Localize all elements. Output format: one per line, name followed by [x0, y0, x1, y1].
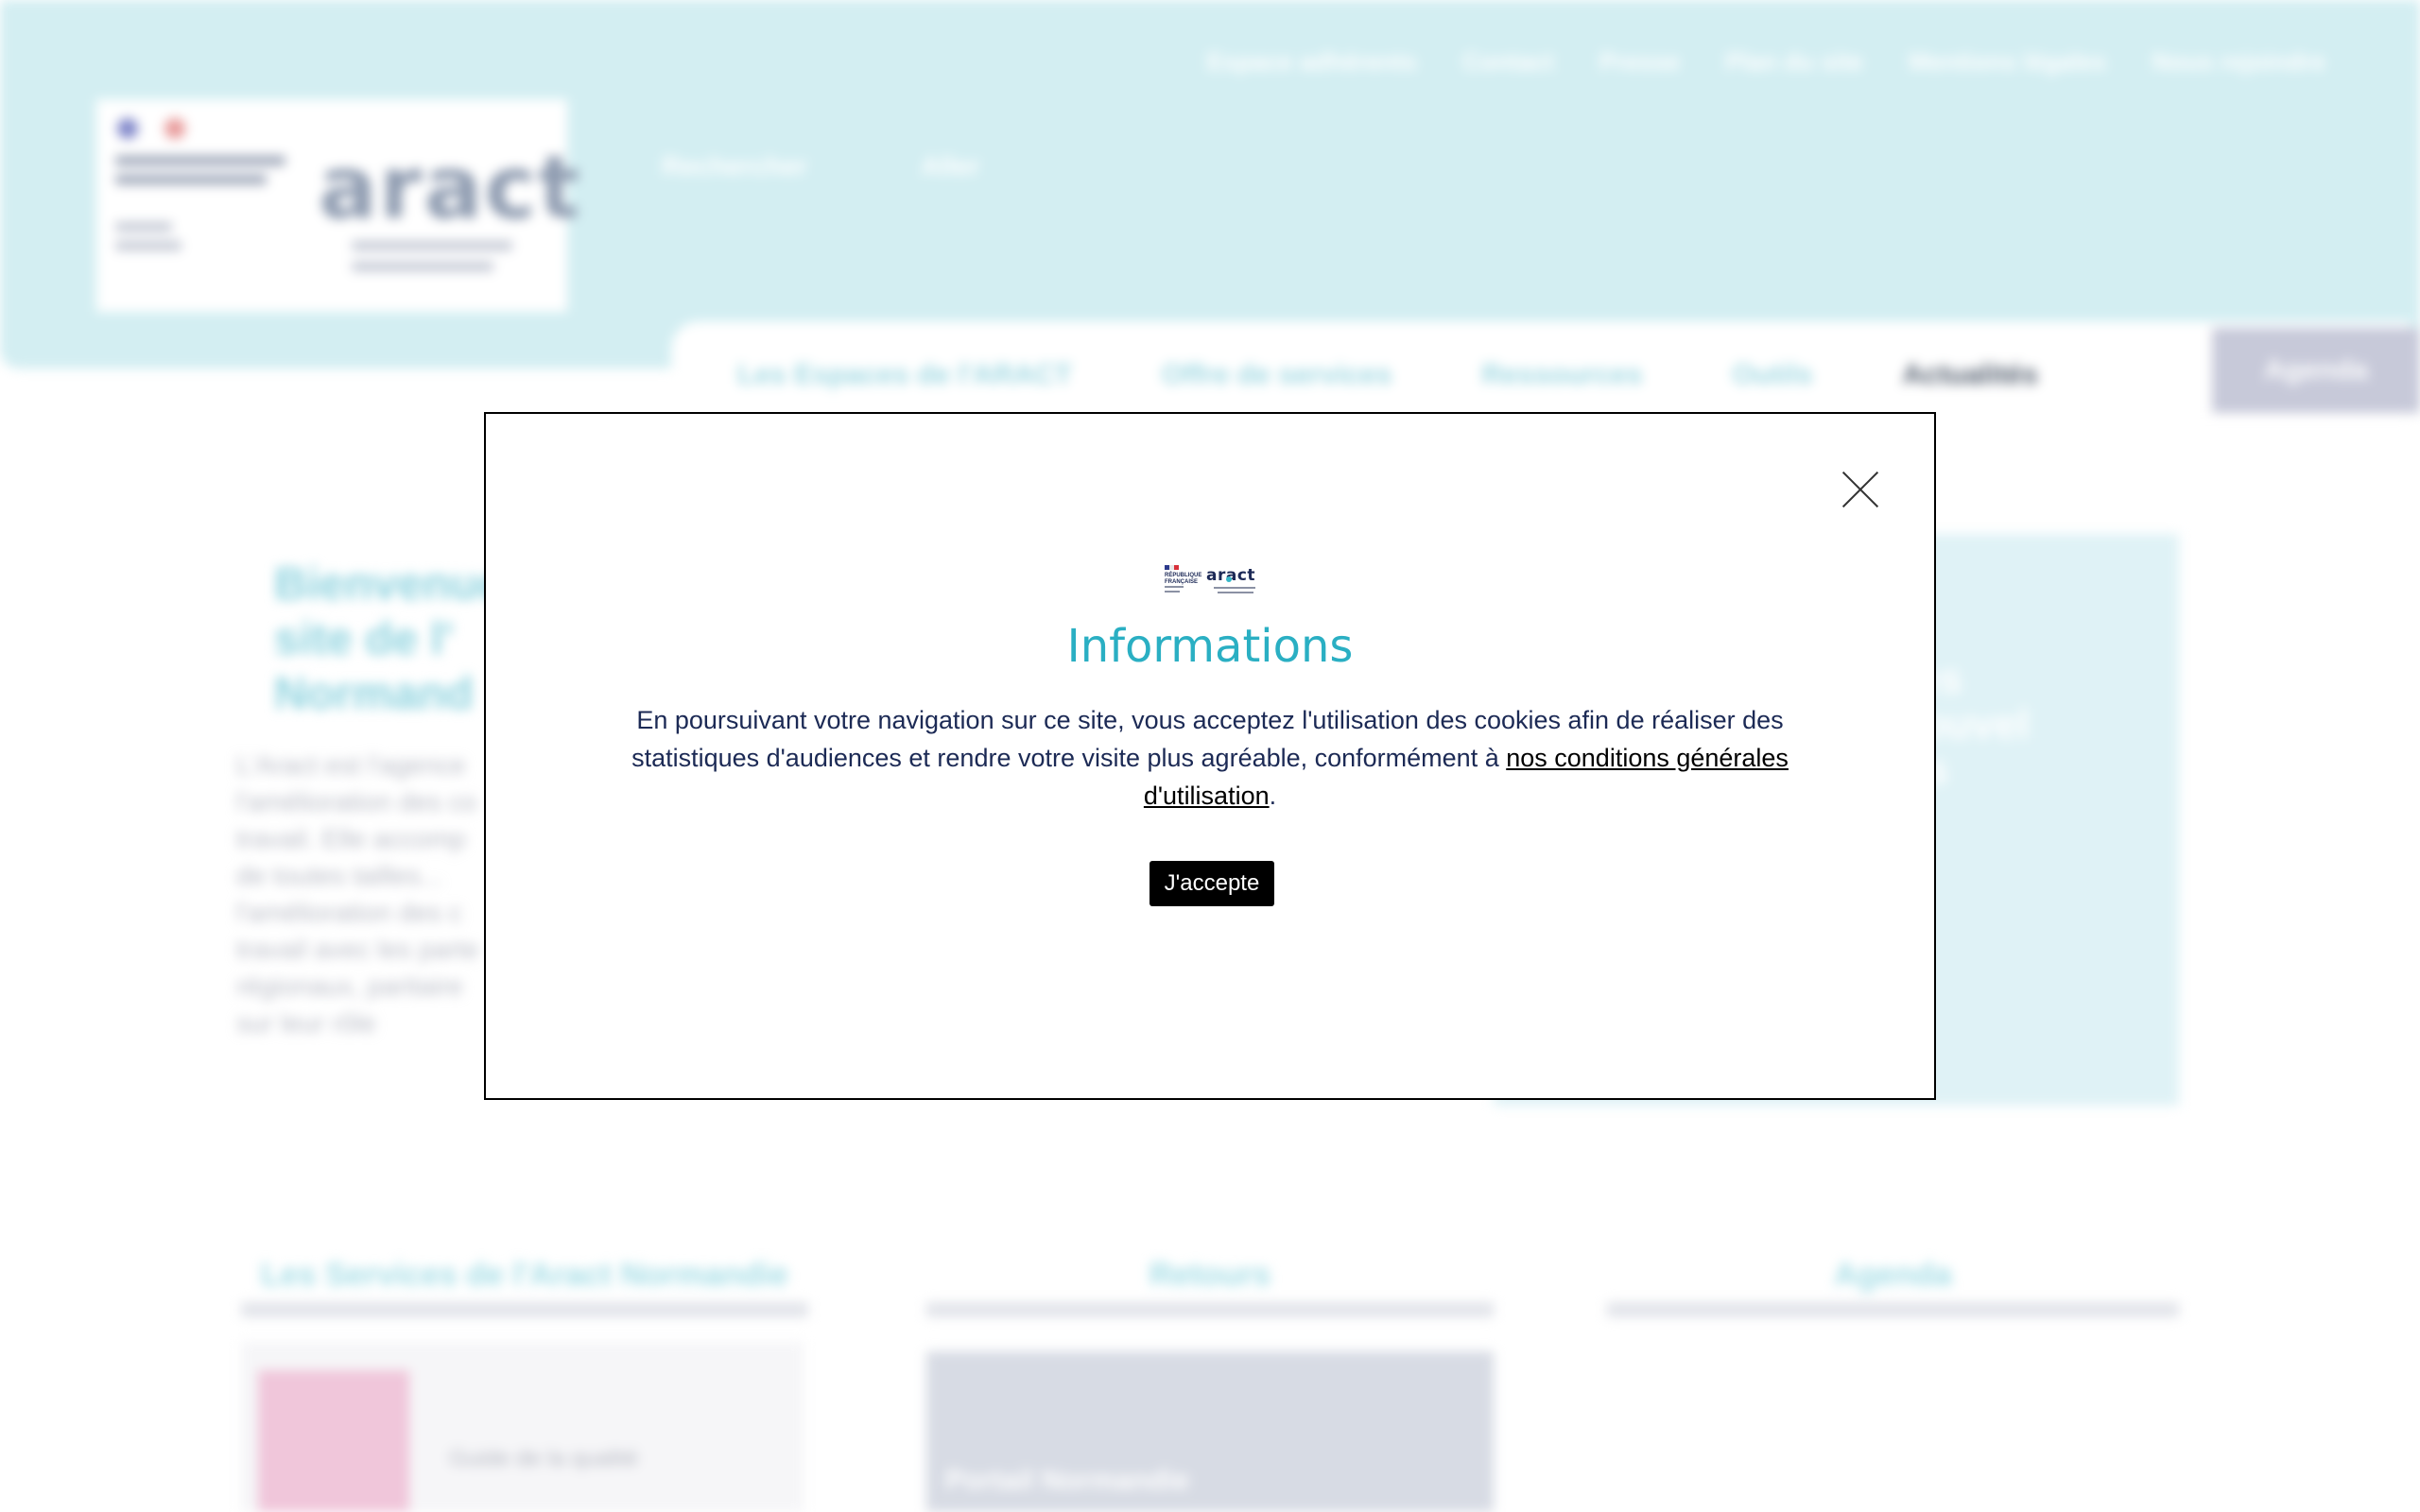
republique-line: FRANÇAISE [1165, 579, 1199, 585]
logo-text-line [352, 241, 512, 250]
top-link[interactable]: Contact [1462, 47, 1554, 77]
modal-title: Informations [1066, 620, 1354, 673]
top-link[interactable]: Plan du site [1725, 47, 1863, 77]
section-divider [1607, 1302, 2179, 1317]
close-icon[interactable] [1841, 471, 1879, 508]
logo-word: aract [1206, 566, 1256, 585]
search-input[interactable]: Rechercher [662, 151, 807, 181]
nav-item[interactable]: Ressources [1481, 359, 1642, 391]
republique-line: RÉPUBLIQUE [1165, 573, 1202, 578]
retour-card[interactable]: Portail Normandie [926, 1351, 1494, 1512]
agenda-tab[interactable]: Agenda [2212, 328, 2420, 413]
logo-text-line [115, 156, 285, 165]
section-heading: Retours [1149, 1257, 1271, 1293]
modal-message: En poursuivant votre navigation sur ce s… [628, 701, 1792, 815]
logo-word: aract [319, 137, 582, 238]
header-search: Rechercher Aller [662, 151, 979, 181]
top-links: Espace adhérents Contact Presse Plan du … [1206, 47, 2325, 77]
cookie-modal: RÉPUBLIQUE FRANÇAISE aract Informations … [484, 412, 1936, 1100]
service-card[interactable]: Guide de la qualité [241, 1342, 804, 1512]
flag-icon-red [1174, 565, 1179, 570]
republique-text: RÉPUBLIQUE FRANÇAISE [1165, 573, 1201, 586]
logo-text-line [115, 241, 182, 250]
nav-item[interactable]: Outils [1733, 359, 1813, 391]
logo-text-line [352, 262, 493, 271]
search-button[interactable]: Aller [921, 151, 979, 181]
aract-logo: RÉPUBLIQUE FRANÇAISE aract [1165, 563, 1259, 597]
service-thumbnail [258, 1370, 409, 1512]
nav-item[interactable]: Offre de services [1162, 359, 1392, 391]
top-link[interactable]: Espace adhérents [1206, 47, 1417, 77]
site-header: Espace adhérents Contact Presse Plan du … [0, 0, 2420, 369]
logo-text-line [1214, 587, 1255, 589]
logo-dot-icon [1226, 576, 1232, 582]
section-heading: Agenda [1834, 1257, 1952, 1293]
accept-button[interactable]: J'accepte [1150, 861, 1274, 906]
retour-card-label: Portail Normandie [945, 1465, 1190, 1496]
logo-text-line [1218, 592, 1253, 593]
flag-blue-icon [117, 118, 138, 139]
section-divider [926, 1302, 1494, 1317]
top-link[interactable]: Nous rejoindre [2152, 47, 2325, 77]
flag-red-icon [164, 118, 185, 139]
nav-item[interactable]: Actualités [1903, 359, 2038, 391]
nav-item[interactable]: Les Espaces de l'ARACT [737, 359, 1072, 391]
top-link[interactable]: Presse [1599, 47, 1680, 77]
site-logo[interactable]: aract [96, 99, 579, 312]
section-divider [241, 1302, 808, 1317]
service-card-label: Guide de la qualité [449, 1446, 639, 1471]
logo-text-line [1165, 591, 1180, 593]
top-link[interactable]: Mentions légales [1909, 47, 2107, 77]
logo-text-line [115, 175, 267, 184]
modal-message-end: . [1269, 782, 1277, 810]
logo-text-line [115, 222, 172, 232]
section-heading: Les Services de l'Aract Normandie [261, 1257, 788, 1293]
main-nav: Les Espaces de l'ARACT Offre de services… [671, 321, 2411, 416]
logo-text-line [1165, 586, 1184, 588]
